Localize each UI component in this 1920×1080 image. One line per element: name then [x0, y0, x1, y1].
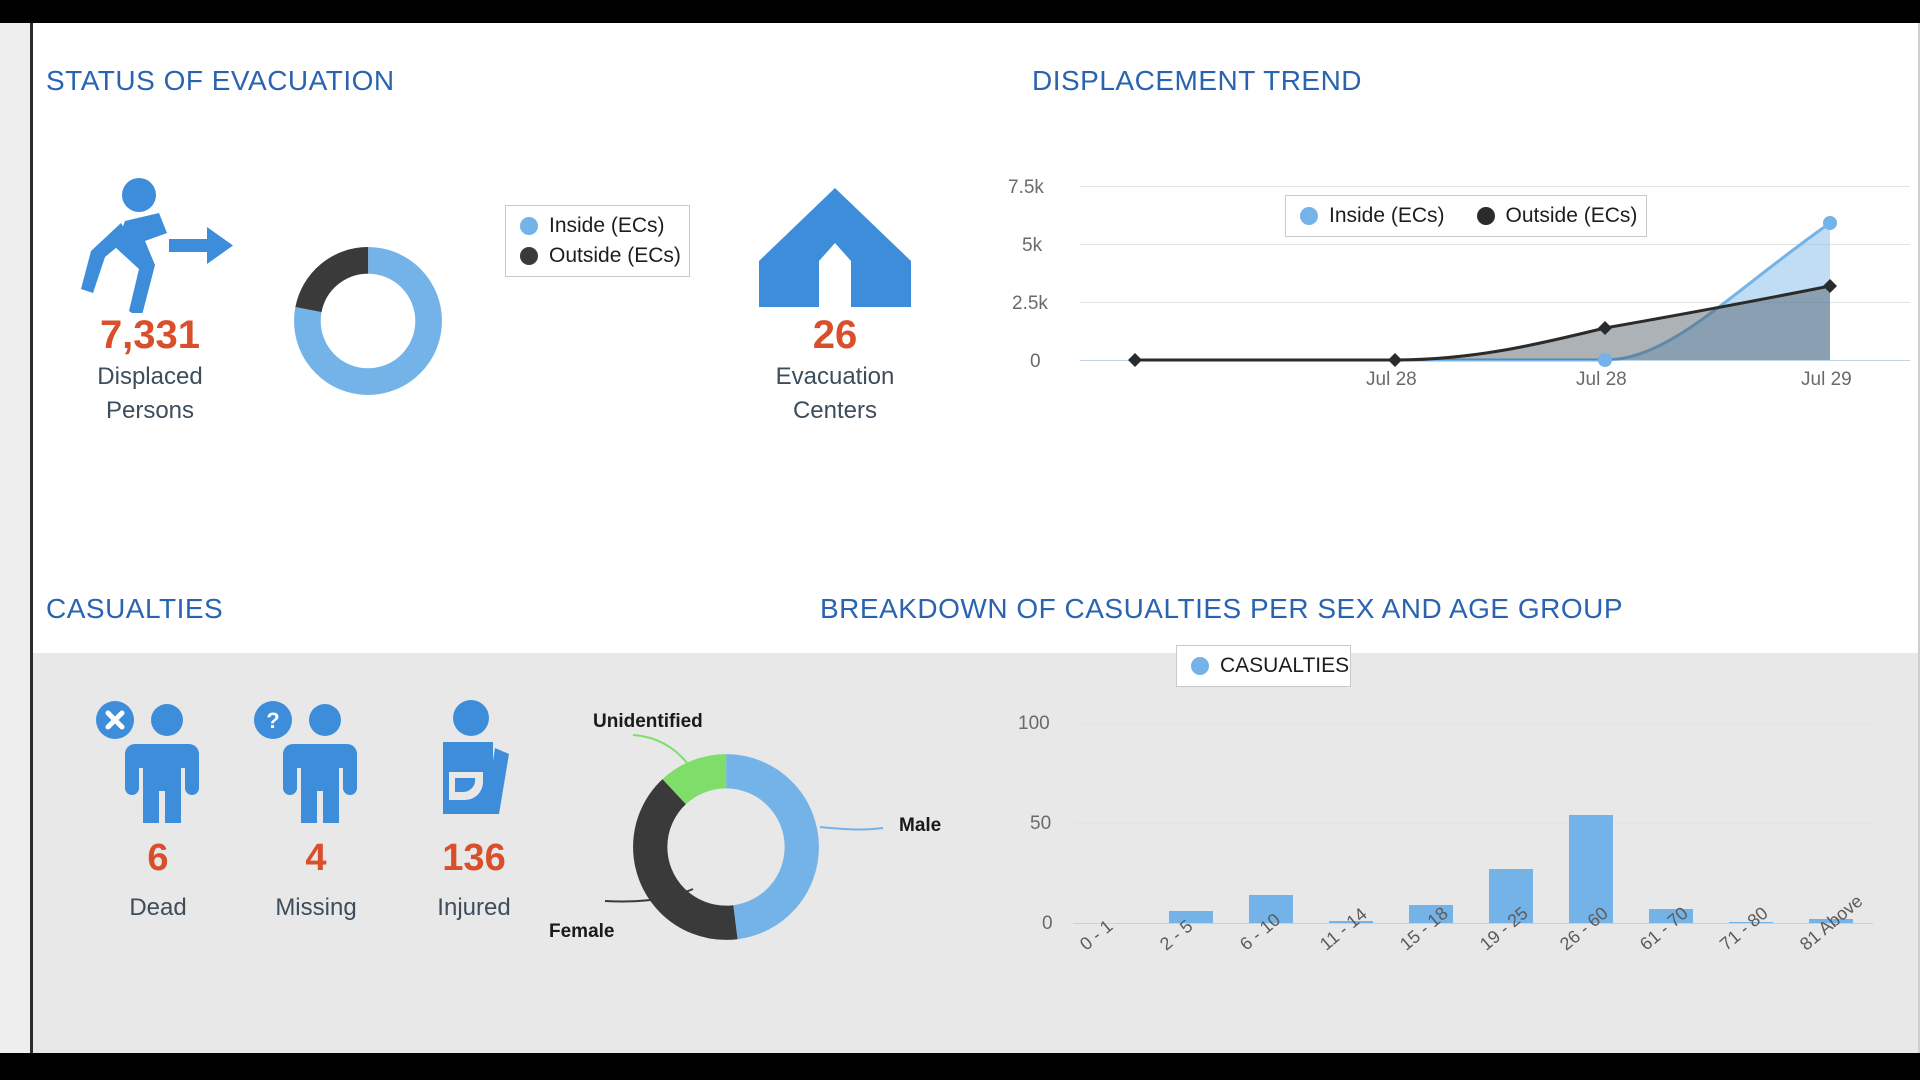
evacuation-slice-outside	[294, 247, 442, 395]
person-injured-icon	[389, 693, 559, 823]
legend-label-casualties: CASUALTIES	[1220, 654, 1350, 677]
page-title-breakdown: BREAKDOWN OF CASUALTIES PER SEX AND AGE …	[820, 593, 1624, 624]
bar-ytick-50: 50	[1030, 813, 1052, 834]
evacuation-legend[interactable]: Inside (ECs) Outside (ECs)	[505, 205, 690, 277]
svg-text:?: ?	[266, 708, 279, 733]
kpi-injured: 136 Injured	[389, 693, 559, 922]
dashboard-page: STATUS OF EVACUATION DISPLACEMENT TREND …	[0, 23, 1920, 1053]
legend-label-inside: Inside (ECs)	[549, 214, 665, 237]
bar-ytick-100: 100	[1018, 713, 1050, 734]
kpi-displaced-persons: 7,331 Displaced Persons	[40, 163, 260, 426]
person-missing-icon: ?	[231, 693, 401, 823]
bottom-black-bar	[0, 1053, 1920, 1080]
legend-dot-trend-outside-icon	[1476, 207, 1495, 225]
person-running-arrow-icon	[40, 163, 260, 313]
kpi-displaced-label-1: Displaced	[97, 363, 203, 390]
trend-xtick-1: Jul 28	[1366, 369, 1417, 390]
dashboard-root: STATUS OF EVACUATION DISPLACEMENT TREND …	[0, 0, 1920, 1080]
kpi-injured-label: Injured	[437, 894, 511, 921]
kpi-missing-value: 4	[305, 837, 327, 879]
trend-xtick-2: Jul 28	[1576, 369, 1627, 390]
kpi-injured-value: 136	[442, 837, 506, 879]
kpi-missing-label: Missing	[275, 894, 357, 921]
legend-item-trend-outside[interactable]: Outside (ECs)	[1476, 204, 1638, 228]
kpi-missing: ? 4 Missing	[231, 693, 401, 922]
pie-callout-male: Male	[899, 815, 942, 836]
kpi-centers-label-1: Evacuation	[775, 363, 895, 390]
page-title-casualties: CASUALTIES	[46, 593, 224, 624]
legend-dot-inside-icon	[520, 217, 538, 235]
legend-dot-casualties-icon	[1191, 657, 1209, 675]
casualties-panel: 6 Dead ? 4 Missing 136 Injured Unidentif…	[33, 645, 1918, 1053]
legend-label-trend-outside: Outside (ECs)	[1505, 204, 1638, 227]
legend-item-casualties[interactable]: CASUALTIES	[1191, 654, 1349, 678]
age-group-bar-chart[interactable]: 100 50 0 0 - 1 2 - 5 6 - 10 11 - 14 15 -…	[1018, 703, 1908, 1003]
kpi-dead-value: 6	[147, 837, 169, 879]
bar-6	[1569, 815, 1613, 923]
bar-ytick-0: 0	[1042, 913, 1053, 934]
trend-area-outside	[1135, 286, 1830, 360]
legend-label-outside: Outside (ECs)	[549, 244, 681, 267]
casualties-legend[interactable]: CASUALTIES	[1176, 645, 1351, 687]
tent-icon	[725, 163, 945, 313]
legend-label-trend-inside: Inside (ECs)	[1329, 204, 1445, 227]
kpi-displaced-value: 7,331	[99, 313, 201, 357]
kpi-evacuation-centers: 26 Evacuation Centers	[725, 163, 945, 426]
page-title-status-of-evacuation: STATUS OF EVACUATION	[46, 65, 395, 96]
trend-xtick-3: Jul 29	[1801, 369, 1852, 390]
left-gutter	[0, 23, 30, 1053]
page-title-displacement-trend: DISPLACEMENT TREND	[1032, 65, 1363, 96]
legend-item-outside-ecs[interactable]: Outside (ECs)	[520, 244, 681, 268]
kpi-dead: 6 Dead	[73, 693, 243, 922]
legend-dot-trend-inside-icon	[1300, 207, 1318, 225]
kpi-centers-label-2: Centers	[792, 397, 878, 425]
pie-callout-female: Female	[549, 921, 615, 942]
bar-plot-area	[1073, 723, 1873, 923]
pie-callout-unidentified: Unidentified	[593, 711, 703, 732]
person-dead-icon	[73, 693, 243, 823]
evacuation-donut-chart[interactable]	[288, 241, 448, 406]
legend-item-inside-ecs[interactable]: Inside (ECs)	[520, 214, 665, 238]
kpi-dead-label: Dead	[129, 894, 187, 921]
kpi-centers-value: 26	[812, 313, 858, 357]
legend-item-trend-inside[interactable]: Inside (ECs)	[1300, 204, 1445, 228]
legend-dot-outside-icon	[520, 247, 538, 265]
top-black-bar	[0, 0, 1920, 23]
kpi-displaced-label-2: Persons	[105, 397, 195, 425]
trend-legend[interactable]: Inside (ECs) Outside (ECs)	[1285, 195, 1647, 237]
